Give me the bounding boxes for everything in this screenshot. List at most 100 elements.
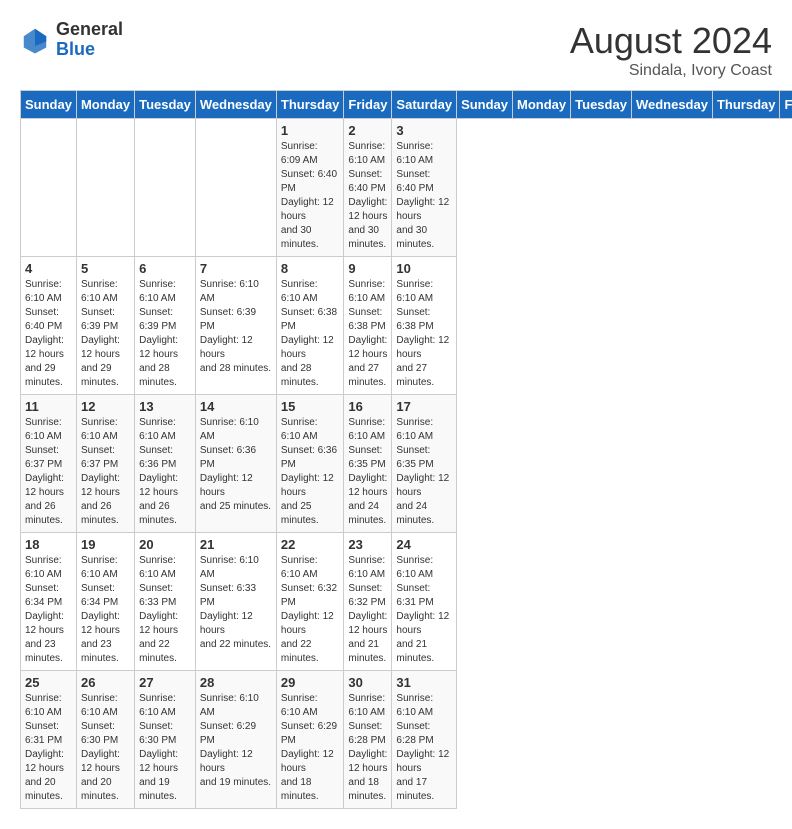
day-cell: 9 Sunrise: 6:10 AM Sunset: 6:38 PM Daylig… xyxy=(344,257,392,395)
day-number: 23 xyxy=(348,537,387,552)
day-number: 2 xyxy=(348,123,387,138)
day-info: Sunrise: 6:10 AM Sunset: 6:32 PM Dayligh… xyxy=(281,554,340,666)
day-cell: 25 Sunrise: 6:10 AM Sunset: 6:31 PM Dayli… xyxy=(21,671,77,809)
day-info: Sunrise: 6:10 AM Sunset: 6:28 PM Dayligh… xyxy=(396,692,452,804)
day-cell: 31Sunrise: 6:10 AM Sunset: 6:28 PM Dayli… xyxy=(392,671,457,809)
day-number: 27 xyxy=(139,675,191,690)
day-cell: 6 Sunrise: 6:10 AM Sunset: 6:39 PM Daylig… xyxy=(135,257,196,395)
day-number: 3 xyxy=(396,123,452,138)
location-subtitle: Sindala, Ivory Coast xyxy=(570,62,772,80)
day-number: 7 xyxy=(200,261,272,276)
day-info: Sunrise: 6:10 AM Sunset: 6:37 PM Dayligh… xyxy=(25,416,72,528)
day-number: 25 xyxy=(25,675,72,690)
day-cell: 11Sunrise: 6:10 AM Sunset: 6:37 PM Dayli… xyxy=(21,395,77,533)
day-cell: 29 Sunrise: 6:10 AM Sunset: 6:29 PM Dayli… xyxy=(276,671,344,809)
day-number: 30 xyxy=(348,675,387,690)
day-info: Sunrise: 6:10 AM Sunset: 6:35 PM Dayligh… xyxy=(396,416,452,528)
day-info: Sunrise: 6:10 AM Sunset: 6:36 PM Dayligh… xyxy=(281,416,340,528)
day-number: 5 xyxy=(81,261,130,276)
day-info: Sunrise: 6:10 AM Sunset: 6:31 PM Dayligh… xyxy=(25,692,72,804)
day-number: 17 xyxy=(396,399,452,414)
day-cell xyxy=(21,119,77,257)
day-cell: 8 Sunrise: 6:10 AM Sunset: 6:38 PM Daylig… xyxy=(276,257,344,395)
day-info: Sunrise: 6:10 AM Sunset: 6:32 PM Dayligh… xyxy=(348,554,387,666)
day-number: 15 xyxy=(281,399,340,414)
day-number: 9 xyxy=(348,261,387,276)
day-cell: 1Sunrise: 6:09 AM Sunset: 6:40 PM Daylig… xyxy=(276,119,344,257)
day-number: 24 xyxy=(396,537,452,552)
day-info: Sunrise: 6:10 AM Sunset: 6:29 PM Dayligh… xyxy=(281,692,340,804)
logo-general-text: General xyxy=(56,20,123,40)
day-header-sunday: Sunday xyxy=(457,91,513,119)
day-header-monday: Monday xyxy=(513,91,571,119)
day-number: 16 xyxy=(348,399,387,414)
day-cell: 17 Sunrise: 6:10 AM Sunset: 6:35 PM Dayli… xyxy=(392,395,457,533)
day-info: Sunrise: 6:10 AM Sunset: 6:30 PM Dayligh… xyxy=(139,692,191,804)
day-header-tuesday: Tuesday xyxy=(135,91,196,119)
logo: General Blue xyxy=(20,20,123,60)
day-number: 13 xyxy=(139,399,191,414)
day-cell: 4 Sunrise: 6:10 AM Sunset: 6:40 PM Daylig… xyxy=(21,257,77,395)
day-number: 20 xyxy=(139,537,191,552)
day-cell: 22 Sunrise: 6:10 AM Sunset: 6:32 PM Dayli… xyxy=(276,533,344,671)
day-header-wednesday: Wednesday xyxy=(195,91,276,119)
day-info: Sunrise: 6:10 AM Sunset: 6:34 PM Dayligh… xyxy=(81,554,130,666)
day-number: 10 xyxy=(396,261,452,276)
day-cell: 16 Sunrise: 6:10 AM Sunset: 6:35 PM Dayli… xyxy=(344,395,392,533)
day-number: 14 xyxy=(200,399,272,414)
page-header: General Blue August 2024 Sindala, Ivory … xyxy=(20,20,772,80)
day-info: Sunrise: 6:10 AM Sunset: 6:38 PM Dayligh… xyxy=(281,278,340,390)
logo-text: General Blue xyxy=(56,20,123,60)
day-info: Sunrise: 6:10 AM Sunset: 6:35 PM Dayligh… xyxy=(348,416,387,528)
day-cell: 3 Sunrise: 6:10 AM Sunset: 6:40 PM Daylig… xyxy=(392,119,457,257)
day-number: 6 xyxy=(139,261,191,276)
day-number: 26 xyxy=(81,675,130,690)
day-cell: 5 Sunrise: 6:10 AM Sunset: 6:39 PM Daylig… xyxy=(76,257,134,395)
day-header-thursday: Thursday xyxy=(712,91,780,119)
day-info: Sunrise: 6:10 AM Sunset: 6:40 PM Dayligh… xyxy=(396,140,452,252)
week-row-1: 1Sunrise: 6:09 AM Sunset: 6:40 PM Daylig… xyxy=(21,119,792,257)
day-cell: 7 Sunrise: 6:10 AM Sunset: 6:39 PM Daylig… xyxy=(195,257,276,395)
day-cell: 13 Sunrise: 6:10 AM Sunset: 6:36 PM Dayli… xyxy=(135,395,196,533)
day-header-thursday: Thursday xyxy=(276,91,344,119)
title-section: August 2024 Sindala, Ivory Coast xyxy=(570,20,772,80)
day-info: Sunrise: 6:10 AM Sunset: 6:33 PM Dayligh… xyxy=(200,554,272,652)
day-cell: 23 Sunrise: 6:10 AM Sunset: 6:32 PM Dayli… xyxy=(344,533,392,671)
day-cell: 15 Sunrise: 6:10 AM Sunset: 6:36 PM Dayli… xyxy=(276,395,344,533)
day-cell: 18 Sunrise: 6:10 AM Sunset: 6:34 PM Dayli… xyxy=(21,533,77,671)
day-info: Sunrise: 6:10 AM Sunset: 6:39 PM Dayligh… xyxy=(200,278,272,376)
day-number: 4 xyxy=(25,261,72,276)
day-header-friday: Friday xyxy=(780,91,792,119)
day-number: 1 xyxy=(281,123,340,138)
week-row-5: 25 Sunrise: 6:10 AM Sunset: 6:31 PM Dayli… xyxy=(21,671,792,809)
day-header-sunday: Sunday xyxy=(21,91,77,119)
week-row-4: 18 Sunrise: 6:10 AM Sunset: 6:34 PM Dayli… xyxy=(21,533,792,671)
day-cell: 21Sunrise: 6:10 AM Sunset: 6:33 PM Dayli… xyxy=(195,533,276,671)
day-cell: 10 Sunrise: 6:10 AM Sunset: 6:38 PM Dayli… xyxy=(392,257,457,395)
day-number: 22 xyxy=(281,537,340,552)
day-number: 29 xyxy=(281,675,340,690)
day-info: Sunrise: 6:10 AM Sunset: 6:36 PM Dayligh… xyxy=(200,416,272,514)
day-number: 19 xyxy=(81,537,130,552)
day-info: Sunrise: 6:10 AM Sunset: 6:40 PM Dayligh… xyxy=(25,278,72,390)
day-info: Sunrise: 6:10 AM Sunset: 6:39 PM Dayligh… xyxy=(81,278,130,390)
day-info: Sunrise: 6:10 AM Sunset: 6:36 PM Dayligh… xyxy=(139,416,191,528)
day-cell: 30Sunrise: 6:10 AM Sunset: 6:28 PM Dayli… xyxy=(344,671,392,809)
day-number: 18 xyxy=(25,537,72,552)
calendar-table: SundayMondayTuesdayWednesdayThursdayFrid… xyxy=(20,90,792,809)
day-cell: 28Sunrise: 6:10 AM Sunset: 6:29 PM Dayli… xyxy=(195,671,276,809)
day-number: 28 xyxy=(200,675,272,690)
week-row-3: 11Sunrise: 6:10 AM Sunset: 6:37 PM Dayli… xyxy=(21,395,792,533)
day-info: Sunrise: 6:10 AM Sunset: 6:34 PM Dayligh… xyxy=(25,554,72,666)
day-cell xyxy=(135,119,196,257)
day-info: Sunrise: 6:10 AM Sunset: 6:38 PM Dayligh… xyxy=(348,278,387,390)
day-info: Sunrise: 6:10 AM Sunset: 6:38 PM Dayligh… xyxy=(396,278,452,390)
day-header-monday: Monday xyxy=(76,91,134,119)
day-number: 12 xyxy=(81,399,130,414)
day-info: Sunrise: 6:10 AM Sunset: 6:37 PM Dayligh… xyxy=(81,416,130,528)
day-cell: 26Sunrise: 6:10 AM Sunset: 6:30 PM Dayli… xyxy=(76,671,134,809)
day-cell: 12 Sunrise: 6:10 AM Sunset: 6:37 PM Dayli… xyxy=(76,395,134,533)
day-info: Sunrise: 6:10 AM Sunset: 6:39 PM Dayligh… xyxy=(139,278,191,390)
day-cell: 14 Sunrise: 6:10 AM Sunset: 6:36 PM Dayli… xyxy=(195,395,276,533)
day-number: 8 xyxy=(281,261,340,276)
